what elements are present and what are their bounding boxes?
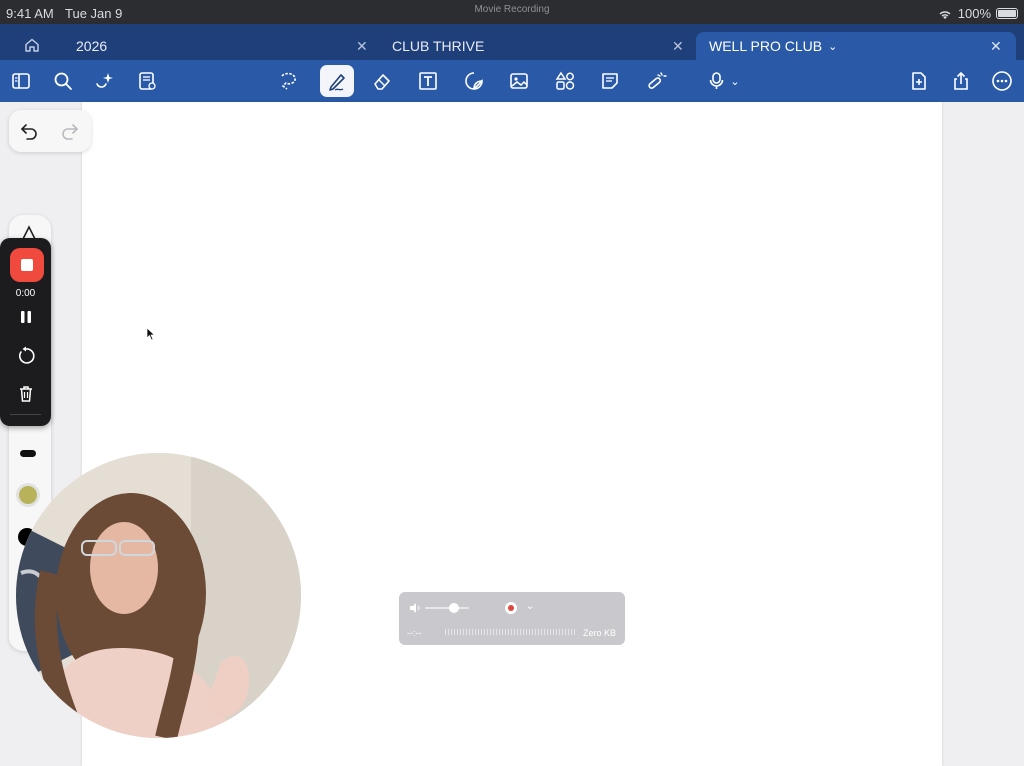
status-bar: 9:41 AM Tue Jan 9 Movie Recording 100% bbox=[0, 0, 1024, 24]
tab-well-pro-club[interactable]: WELL PRO CLUB ⌄ ✕ bbox=[696, 32, 1016, 60]
wifi-icon bbox=[939, 10, 951, 19]
pen-color-swatch[interactable] bbox=[16, 483, 40, 507]
stroke-thickness-option[interactable] bbox=[20, 450, 36, 457]
quicktime-recording-panel: ⌄ --:-- Zero KB bbox=[399, 592, 625, 645]
toolbar: ⌄ bbox=[0, 60, 1024, 102]
stop-recording-button[interactable] bbox=[10, 248, 44, 282]
home-icon[interactable] bbox=[24, 37, 40, 53]
tab-bar: 2026 ✕ CLUB THRIVE ✕ WELL PRO CLUB ⌄ ✕ bbox=[0, 24, 1024, 60]
file-size: Zero KB bbox=[582, 628, 616, 638]
image-icon[interactable] bbox=[506, 68, 532, 94]
sticky-note-icon[interactable] bbox=[597, 68, 623, 94]
close-icon[interactable]: ✕ bbox=[672, 38, 684, 55]
volume-slider-track[interactable] bbox=[425, 607, 469, 609]
recording-controls: 0:00 bbox=[0, 238, 51, 426]
audio-level-meter bbox=[445, 629, 577, 635]
divider bbox=[10, 414, 41, 415]
battery-status: 100% bbox=[937, 6, 1018, 21]
ai-sparkle-icon[interactable] bbox=[92, 68, 118, 94]
presenter-video-image bbox=[16, 453, 301, 738]
share-icon[interactable] bbox=[948, 68, 974, 94]
microphone-icon[interactable]: ⌄ bbox=[700, 68, 746, 94]
sidebar-icon[interactable] bbox=[8, 68, 34, 94]
close-icon[interactable]: ✕ bbox=[990, 38, 1002, 55]
mouse-cursor-icon bbox=[146, 327, 156, 341]
tab-label: WELL PRO CLUB bbox=[709, 38, 823, 54]
pen-icon[interactable] bbox=[320, 65, 354, 97]
redo-icon[interactable] bbox=[59, 120, 81, 142]
volume-icon bbox=[410, 603, 420, 613]
sticker-icon[interactable] bbox=[461, 68, 487, 94]
undo-redo-panel bbox=[9, 110, 91, 152]
battery-percent: 100% bbox=[957, 6, 991, 21]
volume-slider-knob[interactable] bbox=[449, 603, 459, 613]
recording-duration: --:-- bbox=[407, 628, 422, 638]
textbox-icon[interactable] bbox=[415, 68, 441, 94]
battery-icon bbox=[996, 8, 1018, 19]
tab-label: 2026 bbox=[76, 38, 108, 54]
tab-club-thrive[interactable]: CLUB THRIVE ✕ bbox=[380, 32, 694, 60]
lasso-icon[interactable] bbox=[275, 68, 301, 94]
eraser-icon[interactable] bbox=[369, 68, 395, 94]
webcam-preview[interactable] bbox=[16, 453, 301, 738]
add-page-icon[interactable] bbox=[906, 68, 932, 94]
record-icon bbox=[508, 605, 514, 611]
restart-icon[interactable] bbox=[15, 345, 37, 367]
recording-window-title: Movie Recording bbox=[474, 4, 550, 15]
chevron-down-icon[interactable]: ⌄ bbox=[526, 601, 534, 612]
record-button[interactable] bbox=[505, 602, 517, 614]
tab-label: CLUB THRIVE bbox=[392, 38, 485, 54]
search-icon[interactable] bbox=[50, 68, 76, 94]
recording-timer: 0:00 bbox=[15, 288, 36, 299]
chevron-down-icon[interactable]: ⌄ bbox=[730, 75, 739, 88]
trash-icon[interactable] bbox=[15, 383, 37, 405]
laser-pointer-icon[interactable] bbox=[643, 68, 669, 94]
undo-icon[interactable] bbox=[18, 120, 40, 142]
pause-icon[interactable] bbox=[15, 306, 37, 328]
close-icon[interactable]: ✕ bbox=[356, 38, 368, 55]
more-icon[interactable] bbox=[989, 68, 1015, 94]
tab-2026[interactable]: 2026 ✕ bbox=[60, 32, 380, 60]
document-list-icon[interactable] bbox=[134, 68, 160, 94]
chevron-down-icon[interactable]: ⌄ bbox=[828, 40, 837, 53]
shapes-icon[interactable] bbox=[552, 68, 578, 94]
